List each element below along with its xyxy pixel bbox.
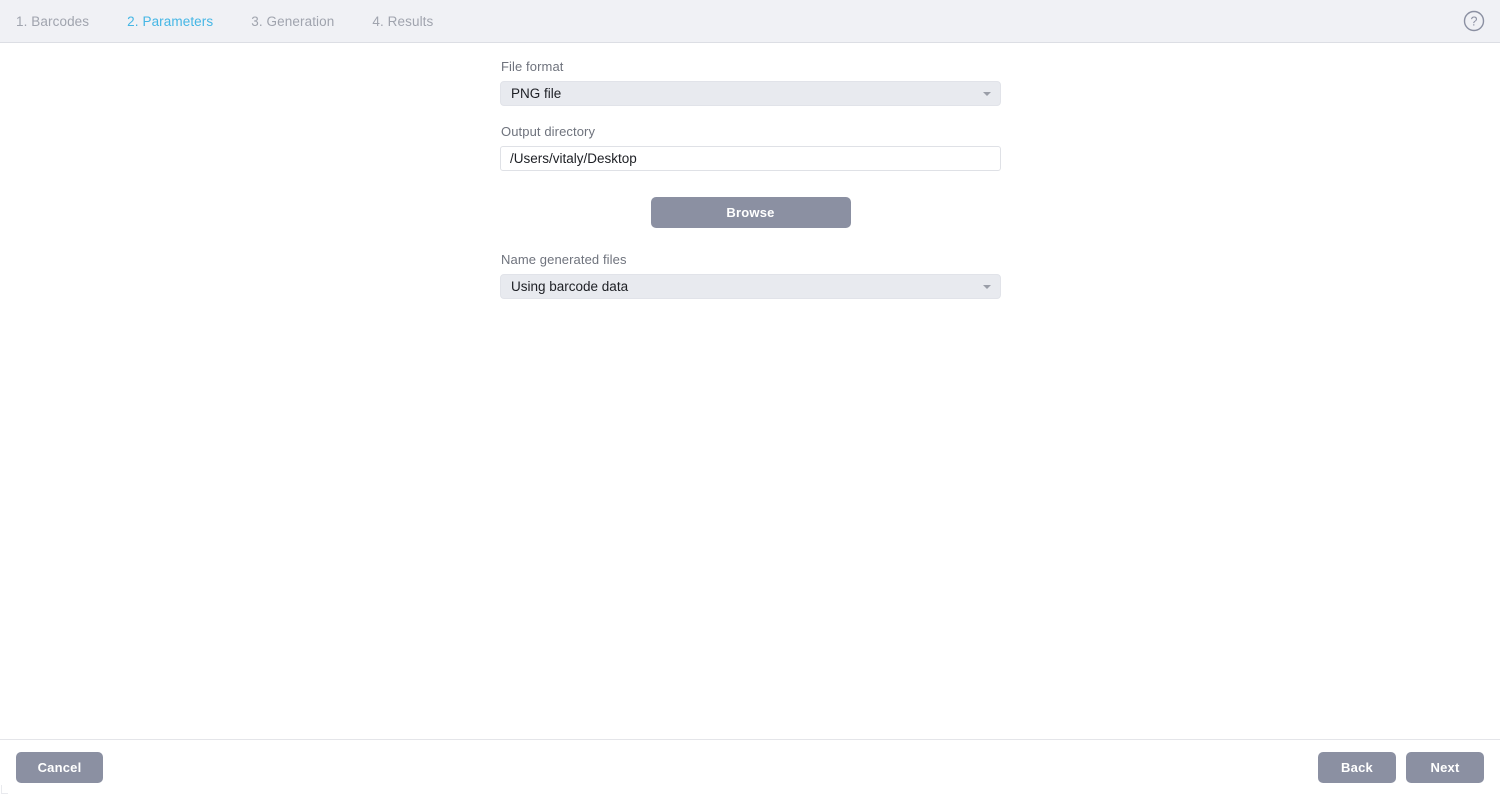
help-circle-icon[interactable]: ?: [1462, 9, 1486, 33]
footer-right-actions: Back Next: [1318, 752, 1484, 783]
file-format-select[interactable]: PNG file: [500, 81, 1001, 106]
chevron-down-icon: [983, 92, 991, 96]
file-format-value: PNG file: [501, 87, 561, 101]
app-window: 1. Barcodes 2. Parameters 3. Generation …: [0, 0, 1500, 795]
field-name-generated-files: Name generated files Using barcode data: [500, 252, 1001, 299]
main-content: File format PNG file Output directory Br…: [0, 43, 1500, 739]
name-generated-files-select[interactable]: Using barcode data: [500, 274, 1001, 299]
step-results[interactable]: 4. Results: [372, 10, 451, 33]
step-barcodes[interactable]: 1. Barcodes: [16, 10, 107, 33]
browse-row: Browse: [500, 197, 1001, 228]
footer-bar: Cancel Back Next: [0, 739, 1500, 795]
wizard-step-bar: 1. Barcodes 2. Parameters 3. Generation …: [0, 0, 1500, 43]
step-parameters[interactable]: 2. Parameters: [127, 10, 231, 33]
window-resize-handle[interactable]: [0, 781, 10, 795]
step-generation[interactable]: 3. Generation: [251, 10, 352, 33]
name-generated-files-label: Name generated files: [501, 252, 1001, 267]
chevron-down-icon: [983, 285, 991, 289]
footer-left-actions: Cancel: [16, 752, 103, 783]
browse-button[interactable]: Browse: [651, 197, 851, 228]
output-directory-label: Output directory: [501, 124, 1001, 139]
svg-text:?: ?: [1471, 14, 1478, 28]
name-generated-files-value: Using barcode data: [501, 280, 628, 294]
back-button[interactable]: Back: [1318, 752, 1396, 783]
file-format-label: File format: [501, 59, 1001, 74]
output-directory-input[interactable]: [500, 146, 1001, 171]
field-file-format: File format PNG file: [500, 59, 1001, 106]
parameters-form: File format PNG file Output directory Br…: [500, 59, 1001, 299]
next-button[interactable]: Next: [1406, 752, 1484, 783]
cancel-button[interactable]: Cancel: [16, 752, 103, 783]
wizard-steps: 1. Barcodes 2. Parameters 3. Generation …: [0, 10, 451, 33]
field-output-directory: Output directory: [500, 124, 1001, 171]
